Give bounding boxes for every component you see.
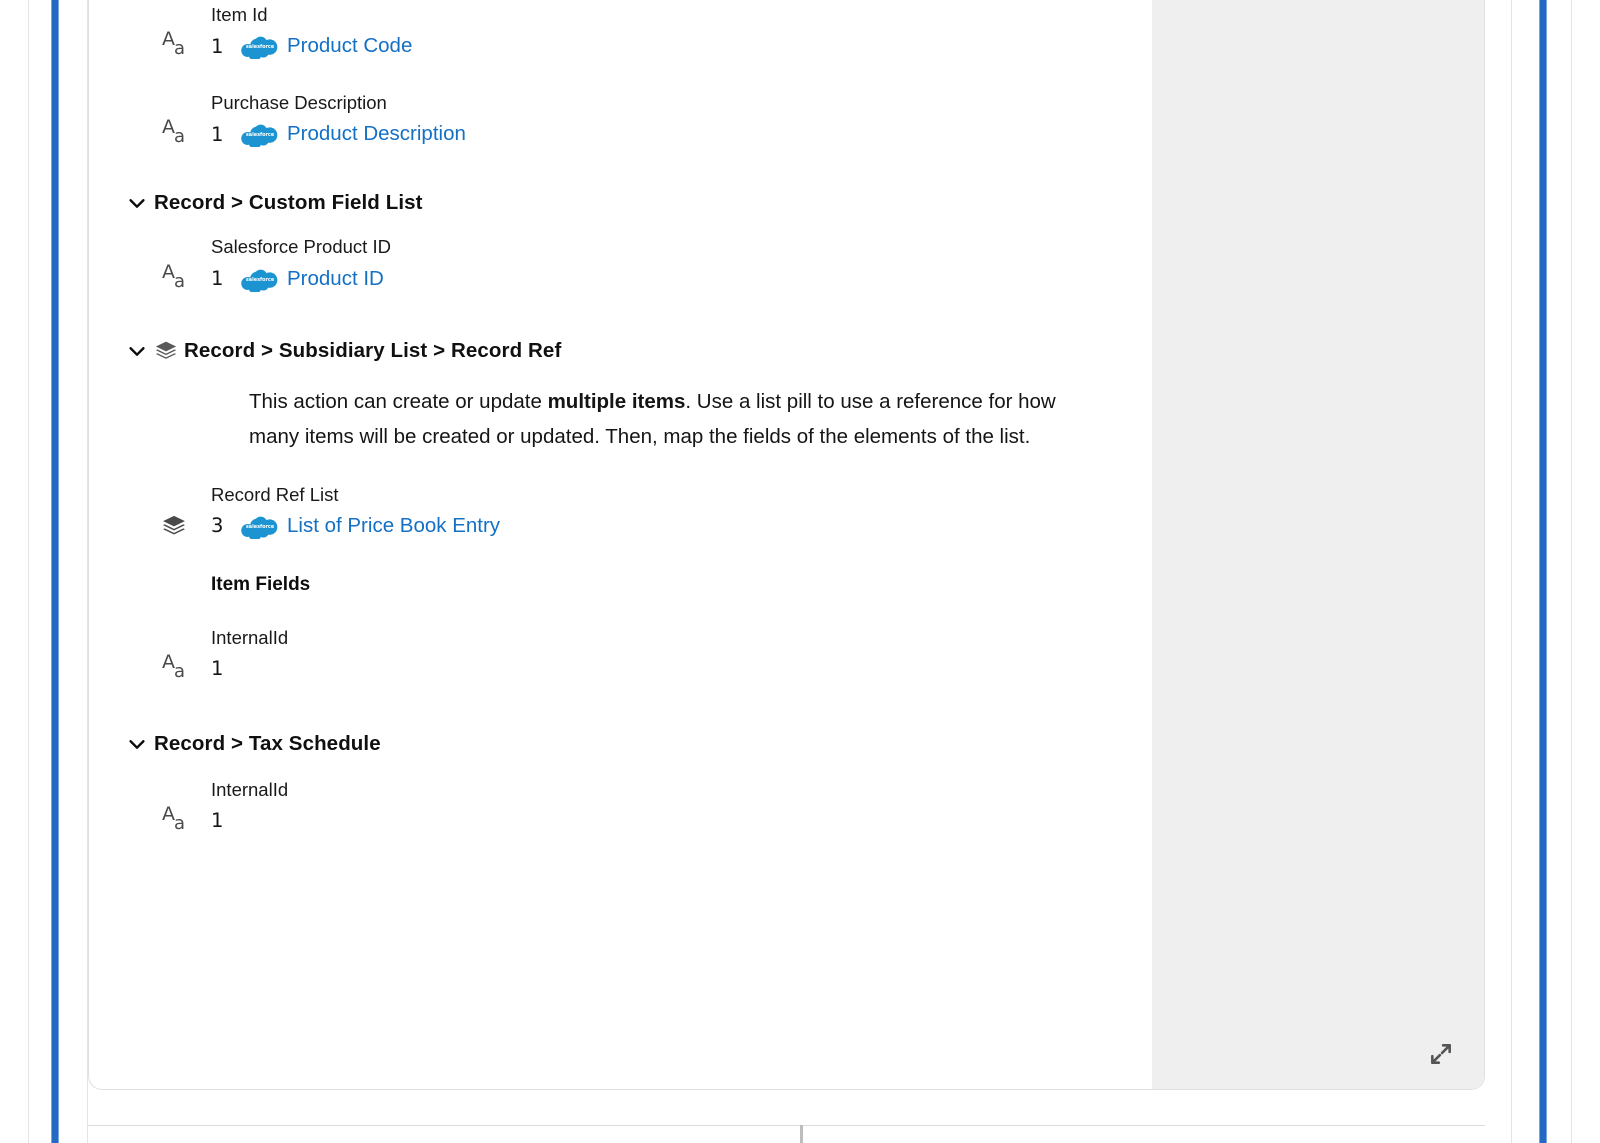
salesforce-cloud-icon: salesforce <box>241 513 279 539</box>
section-title: Record > Custom Field List <box>154 191 423 215</box>
salesforce-cloud-icon: salesforce <box>241 33 279 59</box>
salesforce-cloud-icon: salesforce <box>241 266 279 292</box>
frame-rail-left-outer <box>28 0 29 1143</box>
field-index: 3 <box>211 514 236 537</box>
field-row-internal-id-tax-schedule[interactable]: Aa 1 <box>89 801 1152 841</box>
section-header-tax-schedule[interactable]: Record > Tax Schedule <box>89 727 1152 761</box>
mapped-value-link[interactable]: Product Description <box>287 122 466 146</box>
panel-resize-handle[interactable] <box>800 1125 803 1143</box>
text-type-icon: Aa <box>161 31 211 61</box>
mapped-value-link[interactable]: Product ID <box>287 267 384 291</box>
field-label-internal-id-item-fields: InternalId <box>89 627 1152 649</box>
field-row-internal-id-item-fields[interactable]: Aa 1 <box>89 649 1152 689</box>
accent-bar-right <box>1540 0 1546 1143</box>
app-root: Item Id Aa 1 salesforce Product Code <box>0 0 1600 1143</box>
frame-rail-right-outer <box>1571 0 1572 1143</box>
svg-text:salesforce: salesforce <box>246 44 275 50</box>
field-mapping-list: Item Id Aa 1 salesforce Product Code <box>89 0 1152 1089</box>
field-label-purchase-description: Purchase Description <box>89 92 1152 114</box>
section-description: This action can create or update multipl… <box>89 384 1152 454</box>
field-index: 1 <box>211 657 236 680</box>
description-part-1: This action can create or update <box>249 390 548 413</box>
field-row-record-ref-list[interactable]: 3 salesforce List of Price Book Entry <box>89 506 1152 546</box>
section-header-subsidiary-list-record-ref[interactable]: Record > Subsidiary List > Record Ref <box>89 334 1152 368</box>
field-row-item-id[interactable]: Aa 1 salesforce Product Code <box>89 26 1152 66</box>
layers-stack-icon <box>154 339 184 363</box>
description-bold: multiple items <box>548 390 686 413</box>
svg-text:salesforce: salesforce <box>246 277 275 283</box>
mapped-value-link[interactable]: Product Code <box>287 34 412 58</box>
field-label-record-ref-list: Record Ref List <box>89 484 1152 506</box>
accent-bar-left <box>52 0 58 1143</box>
expand-diagonal-icon[interactable] <box>1428 1041 1454 1067</box>
layers-stack-icon <box>161 513 211 539</box>
text-type-icon: Aa <box>161 806 211 836</box>
mapped-value-link[interactable]: List of Price Book Entry <box>287 514 500 538</box>
field-index: 1 <box>211 35 236 58</box>
text-type-icon: Aa <box>161 654 211 684</box>
subsection-heading-item-fields: Item Fields <box>89 574 1152 597</box>
mapping-panel-card: Item Id Aa 1 salesforce Product Code <box>88 0 1485 1090</box>
field-label-item-id: Item Id <box>89 4 1152 26</box>
chevron-down-icon[interactable] <box>120 733 154 755</box>
svg-text:salesforce: salesforce <box>246 524 275 530</box>
field-index: 1 <box>211 267 236 290</box>
chevron-down-icon[interactable] <box>120 340 154 362</box>
salesforce-cloud-icon: salesforce <box>241 121 279 147</box>
text-type-icon: Aa <box>161 119 211 149</box>
section-title: Record > Tax Schedule <box>154 732 381 756</box>
field-row-purchase-description[interactable]: Aa 1 salesforce Product Description <box>89 114 1152 154</box>
section-header-custom-field-list[interactable]: Record > Custom Field List <box>89 186 1152 220</box>
footer-divider <box>88 1125 1485 1126</box>
chevron-down-icon[interactable] <box>120 192 154 214</box>
preview-pane <box>1152 0 1484 1089</box>
svg-text:salesforce: salesforce <box>246 132 275 138</box>
field-index: 1 <box>211 123 236 146</box>
field-label-salesforce-product-id: Salesforce Product ID <box>89 236 1152 258</box>
field-label-internal-id-tax-schedule: InternalId <box>89 779 1152 801</box>
section-title: Record > Subsidiary List > Record Ref <box>184 339 561 363</box>
frame-rail-right-inner <box>1511 0 1512 1143</box>
field-index: 1 <box>211 809 236 832</box>
field-row-salesforce-product-id[interactable]: Aa 1 salesforce Product ID <box>89 259 1152 299</box>
text-type-icon: Aa <box>161 264 211 294</box>
